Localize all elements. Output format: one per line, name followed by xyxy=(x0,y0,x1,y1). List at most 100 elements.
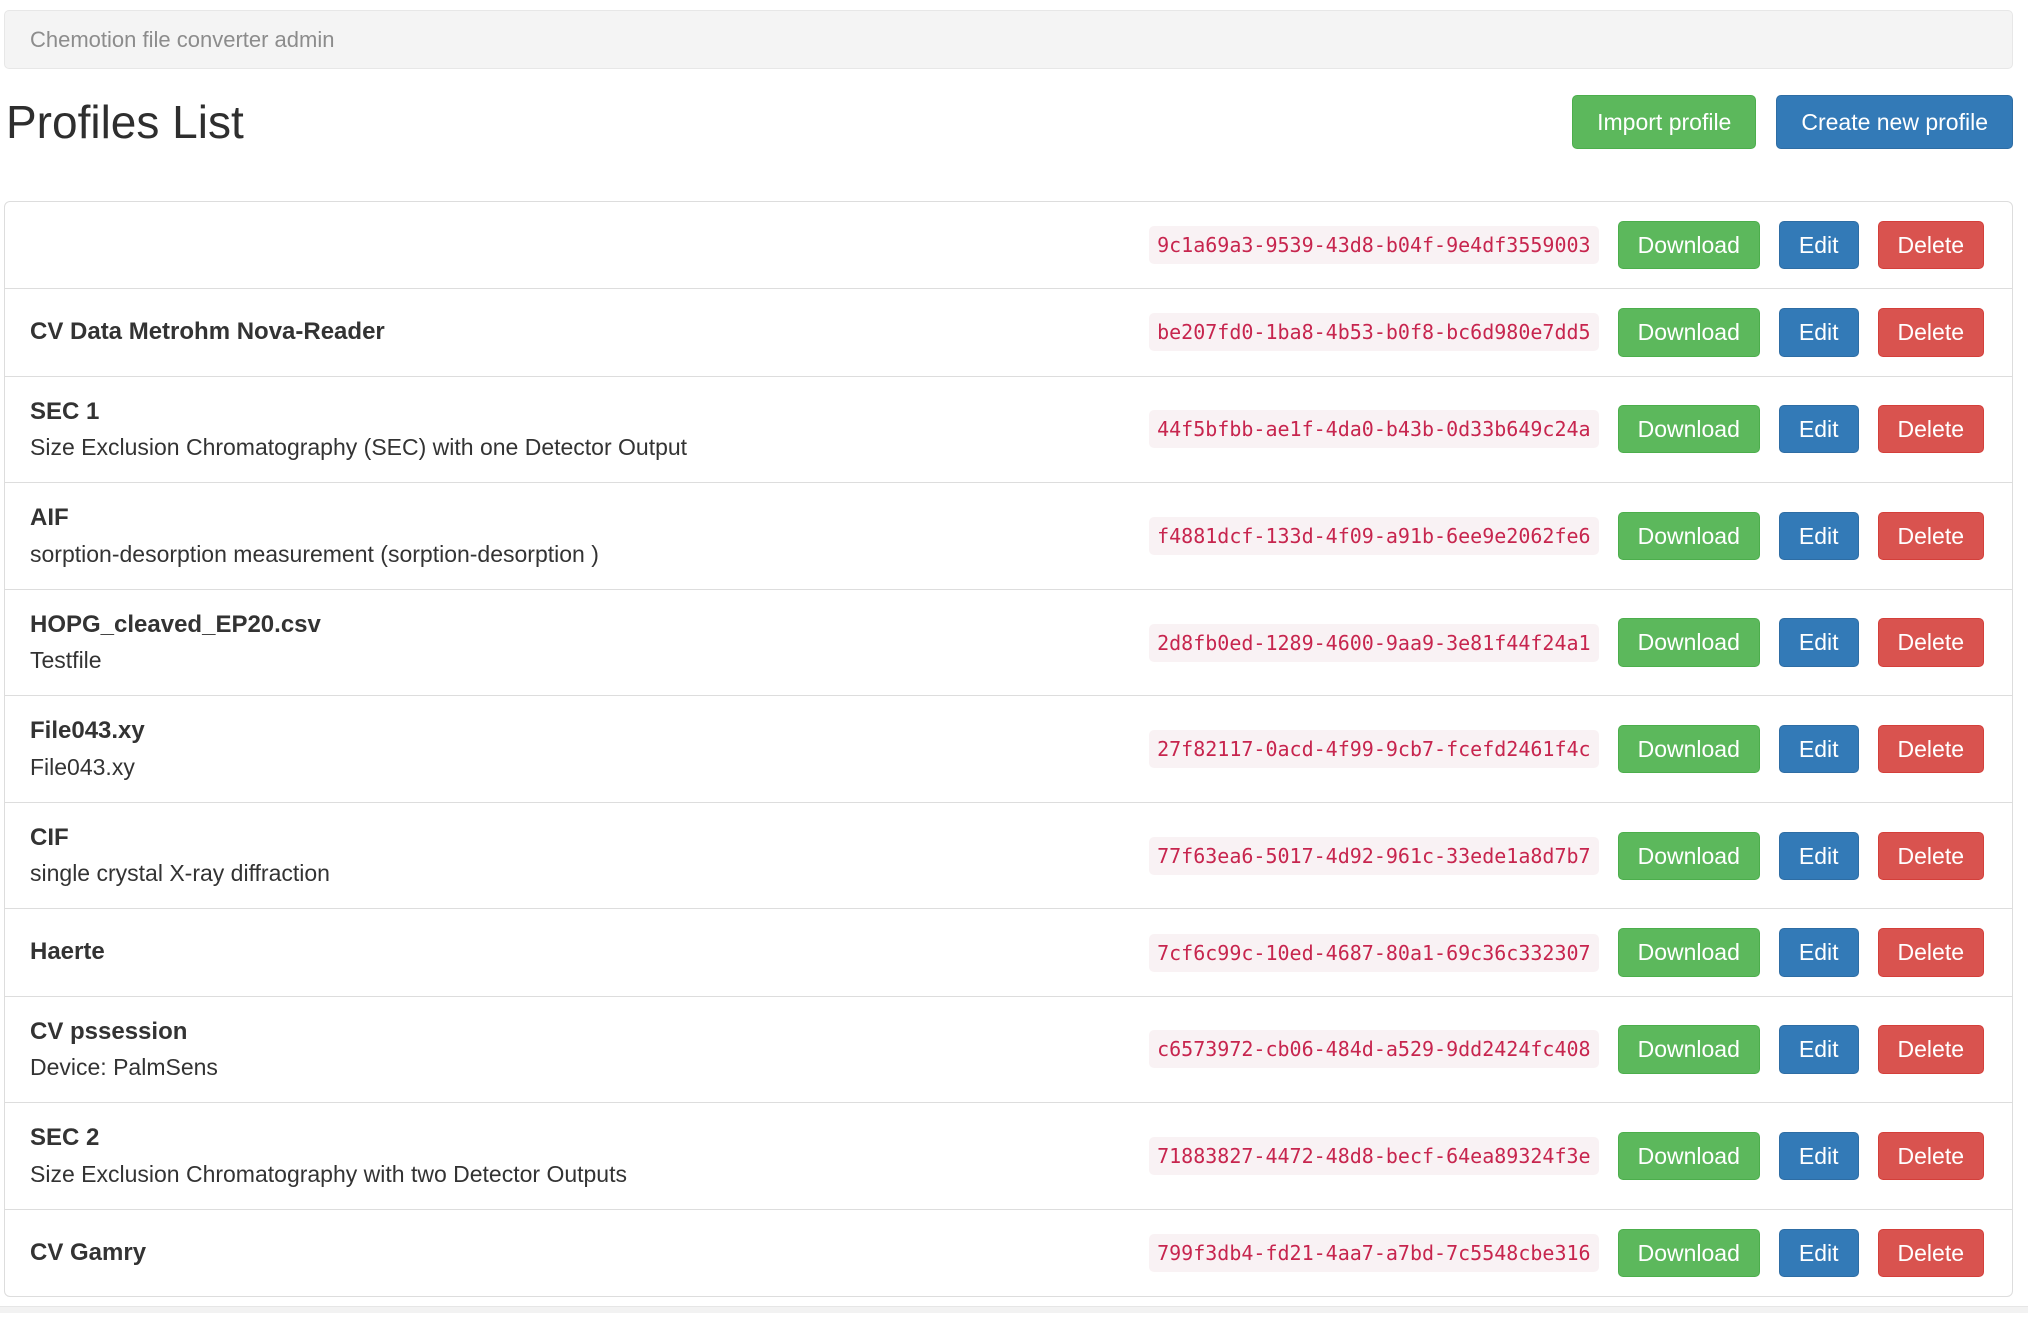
footer-strip xyxy=(0,1305,2028,1313)
edit-button[interactable]: Edit xyxy=(1778,928,1859,977)
profile-uuid: 7cf6c99c-10ed-4687-80a1-69c36c332307 xyxy=(1149,933,1599,972)
navbar-brand: Chemotion file converter admin xyxy=(30,26,335,52)
profile-row: CV pssession Device: PalmSens c6573972-c… xyxy=(5,995,2012,1103)
profile-actions: c6573972-cb06-484d-a529-9dd2424fc408 Dow… xyxy=(1149,1025,1984,1074)
profile-description: Testfile xyxy=(30,647,102,674)
profile-uuid: 44f5bfbb-ae1f-4da0-b43b-0d33b649c24a xyxy=(1149,410,1599,449)
profile-uuid: c6573972-cb06-484d-a529-9dd2424fc408 xyxy=(1149,1030,1599,1069)
profile-description: Size Exclusion Chromatography with two D… xyxy=(30,1160,627,1187)
delete-button[interactable]: Delete xyxy=(1877,1131,1984,1181)
download-button[interactable]: Download xyxy=(1617,724,1760,774)
download-button[interactable]: Download xyxy=(1617,831,1760,880)
profile-row: 9c1a69a3-9539-43d8-b04f-9e4df3559003 Dow… xyxy=(5,202,2012,288)
profile-info: CV Gamry xyxy=(30,1237,1149,1269)
profile-actions: 27f82117-0acd-4f99-9cb7-fcefd2461f4c Dow… xyxy=(1149,724,1984,774)
profile-uuid: be207fd0-1ba8-4b53-b0f8-bc6d980e7dd5 xyxy=(1149,313,1599,352)
profile-row: CIF single crystal X-ray diffraction 77f… xyxy=(5,801,2012,909)
profile-name: CV pssession xyxy=(30,1017,188,1045)
profile-description: File043.xy xyxy=(30,753,135,780)
profile-info: HOPG_cleaved_EP20.csv Testfile xyxy=(30,609,1149,677)
download-button[interactable]: Download xyxy=(1617,1131,1760,1181)
toolbar: Import profile Create new profile xyxy=(1572,95,2013,150)
profile-description: single crystal X-ray diffraction xyxy=(30,860,330,887)
delete-button[interactable]: Delete xyxy=(1877,724,1984,774)
profile-uuid: 799f3db4-fd21-4aa7-a7bd-7c5548cbe316 xyxy=(1149,1233,1599,1272)
profile-actions: 9c1a69a3-9539-43d8-b04f-9e4df3559003 Dow… xyxy=(1149,221,1984,270)
profile-uuid: 9c1a69a3-9539-43d8-b04f-9e4df3559003 xyxy=(1149,226,1599,265)
download-button[interactable]: Download xyxy=(1617,405,1760,454)
edit-button[interactable]: Edit xyxy=(1778,724,1859,774)
profile-row: CV Data Metrohm Nova-Reader be207fd0-1ba… xyxy=(5,288,2012,375)
page-title: Profiles List xyxy=(6,95,244,148)
profile-actions: be207fd0-1ba8-4b53-b0f8-bc6d980e7dd5 Dow… xyxy=(1149,308,1984,357)
profile-name: CV Data Metrohm Nova-Reader xyxy=(30,318,385,346)
edit-button[interactable]: Edit xyxy=(1778,1228,1859,1277)
profile-description: Size Exclusion Chromatography (SEC) with… xyxy=(30,433,688,460)
profile-actions: 7cf6c99c-10ed-4687-80a1-69c36c332307 Dow… xyxy=(1149,928,1984,977)
profile-row: Haerte 7cf6c99c-10ed-4687-80a1-69c36c332… xyxy=(5,908,2012,995)
edit-button[interactable]: Edit xyxy=(1778,831,1859,880)
profile-info: CV pssession Device: PalmSens xyxy=(30,1016,1149,1084)
profile-info: CIF single crystal X-ray diffraction xyxy=(30,822,1149,890)
profile-name: SEC 1 xyxy=(30,397,100,425)
download-button[interactable]: Download xyxy=(1617,308,1760,357)
profile-row: File043.xy File043.xy 27f82117-0acd-4f99… xyxy=(5,695,2012,802)
profile-name: CV Gamry xyxy=(30,1238,147,1266)
delete-button[interactable]: Delete xyxy=(1877,221,1984,270)
profile-row: AIF sorption-desorption measurement (sor… xyxy=(5,482,2012,589)
profile-row: SEC 2 Size Exclusion Chromatography with… xyxy=(5,1102,2012,1209)
page: Chemotion file converter admin Profiles … xyxy=(4,10,2013,1297)
profile-name: CIF xyxy=(30,823,69,851)
profile-actions: 44f5bfbb-ae1f-4da0-b43b-0d33b649c24a Dow… xyxy=(1149,405,1984,454)
import-profile-button[interactable]: Import profile xyxy=(1572,95,1757,150)
download-button[interactable]: Download xyxy=(1617,1025,1760,1074)
edit-button[interactable]: Edit xyxy=(1778,308,1859,357)
profile-info: CV Data Metrohm Nova-Reader xyxy=(30,316,1149,348)
page-header: Profiles List Import profile Create new … xyxy=(4,95,2013,150)
profile-info: SEC 1 Size Exclusion Chromatography (SEC… xyxy=(30,396,1149,464)
profile-actions: f4881dcf-133d-4f09-a91b-6ee9e2062fe6 Dow… xyxy=(1149,511,1984,561)
profile-info: File043.xy File043.xy xyxy=(30,715,1149,783)
create-profile-button[interactable]: Create new profile xyxy=(1776,95,2013,150)
profile-uuid: 2d8fb0ed-1289-4600-9aa9-3e81f44f24a1 xyxy=(1149,623,1599,662)
edit-button[interactable]: Edit xyxy=(1778,405,1859,454)
profile-info: SEC 2 Size Exclusion Chromatography with… xyxy=(30,1122,1149,1190)
profile-name: SEC 2 xyxy=(30,1124,100,1152)
download-button[interactable]: Download xyxy=(1617,1228,1760,1277)
edit-button[interactable]: Edit xyxy=(1778,618,1859,667)
profile-actions: 2d8fb0ed-1289-4600-9aa9-3e81f44f24a1 Dow… xyxy=(1149,618,1984,667)
profiles-list: 9c1a69a3-9539-43d8-b04f-9e4df3559003 Dow… xyxy=(4,201,2013,1297)
edit-button[interactable]: Edit xyxy=(1778,1025,1859,1074)
profile-name: HOPG_cleaved_EP20.csv xyxy=(30,610,321,638)
app-navbar: Chemotion file converter admin xyxy=(4,10,2013,69)
profile-row: CV Gamry 799f3db4-fd21-4aa7-a7bd-7c5548c… xyxy=(5,1208,2012,1296)
delete-button[interactable]: Delete xyxy=(1877,1025,1984,1074)
download-button[interactable]: Download xyxy=(1617,928,1760,977)
profile-name: Haerte xyxy=(30,938,105,966)
profile-uuid: 27f82117-0acd-4f99-9cb7-fcefd2461f4c xyxy=(1149,730,1599,769)
download-button[interactable]: Download xyxy=(1617,221,1760,270)
delete-button[interactable]: Delete xyxy=(1877,511,1984,561)
delete-button[interactable]: Delete xyxy=(1877,618,1984,667)
profile-actions: 71883827-4472-48d8-becf-64ea89324f3e Dow… xyxy=(1149,1131,1984,1181)
profile-description: sorption-desorption measurement (sorptio… xyxy=(30,540,599,567)
delete-button[interactable]: Delete xyxy=(1877,831,1984,880)
profile-description: Device: PalmSens xyxy=(30,1054,218,1081)
profile-row: HOPG_cleaved_EP20.csv Testfile 2d8fb0ed-… xyxy=(5,588,2012,696)
download-button[interactable]: Download xyxy=(1617,511,1760,561)
profile-uuid: 71883827-4472-48d8-becf-64ea89324f3e xyxy=(1149,1137,1599,1175)
profile-name: File043.xy xyxy=(30,717,145,745)
profile-info: Haerte xyxy=(30,936,1149,968)
delete-button[interactable]: Delete xyxy=(1877,308,1984,357)
edit-button[interactable]: Edit xyxy=(1778,221,1859,270)
profile-actions: 77f63ea6-5017-4d92-961c-33ede1a8d7b7 Dow… xyxy=(1149,831,1984,880)
profile-info: AIF sorption-desorption measurement (sor… xyxy=(30,502,1149,570)
edit-button[interactable]: Edit xyxy=(1778,511,1859,561)
edit-button[interactable]: Edit xyxy=(1778,1131,1859,1181)
delete-button[interactable]: Delete xyxy=(1877,405,1984,454)
download-button[interactable]: Download xyxy=(1617,618,1760,667)
delete-button[interactable]: Delete xyxy=(1877,1228,1984,1277)
profile-row: SEC 1 Size Exclusion Chromatography (SEC… xyxy=(5,375,2012,483)
profile-uuid: f4881dcf-133d-4f09-a91b-6ee9e2062fe6 xyxy=(1149,516,1599,555)
delete-button[interactable]: Delete xyxy=(1877,928,1984,977)
